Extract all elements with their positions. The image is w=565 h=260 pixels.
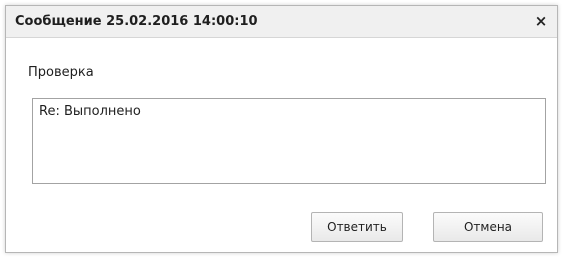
dialog-title: Сообщение 25.02.2016 14:00:10	[15, 14, 258, 29]
message-dialog: Сообщение 25.02.2016 14:00:10 × Проверка…	[5, 5, 558, 253]
reply-button[interactable]: Ответить	[311, 212, 403, 242]
dialog-titlebar[interactable]: Сообщение 25.02.2016 14:00:10 ×	[6, 6, 557, 38]
cancel-button[interactable]: Отмена	[433, 212, 543, 242]
message-textarea[interactable]: Re: Выполнено	[32, 98, 546, 184]
close-icon[interactable]: ×	[532, 12, 550, 30]
message-subject: Проверка	[28, 65, 94, 80]
